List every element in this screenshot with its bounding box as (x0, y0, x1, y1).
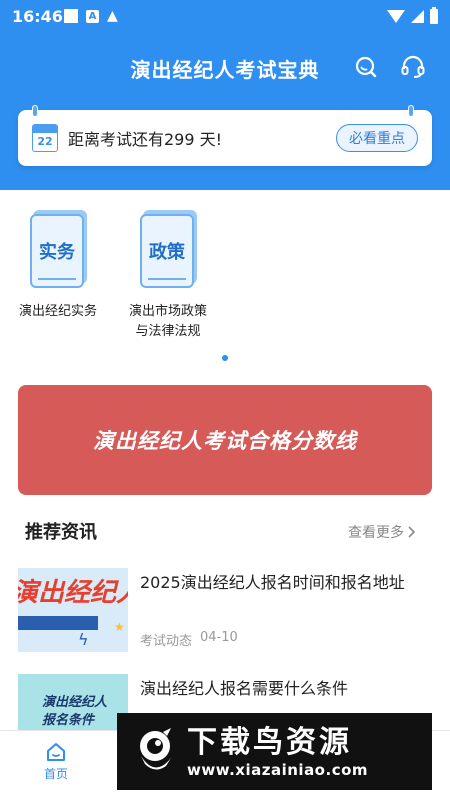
page-indicator-dot (222, 355, 228, 361)
news-thumbnail: 演出经纪人 ϟ ★ (18, 568, 128, 652)
see-more-link[interactable]: 查看更多 (348, 522, 416, 542)
bird-logo-icon (133, 726, 177, 778)
status-time: 16:46 (12, 6, 63, 26)
news-date: 04-10 (200, 630, 238, 645)
warning-icon: ▲ (107, 8, 118, 24)
card-pin-right (408, 105, 414, 117)
book-icon: 实务 (30, 210, 87, 288)
countdown-text: 距离考试还有299 天! (68, 130, 223, 149)
headset-icon[interactable] (400, 54, 426, 80)
search-icon[interactable] (353, 54, 379, 80)
notification-a-icon: A (86, 9, 99, 23)
key-points-button[interactable]: 必看重点 (336, 124, 418, 152)
nav-home[interactable]: 首页 (28, 741, 84, 782)
star-icon: ★ (114, 620, 125, 634)
category-policy-law[interactable]: 政策 演出市场政策 与法律法规 (108, 210, 228, 342)
news-category: 考试动态 (140, 634, 193, 649)
nav-home-label: 首页 (43, 767, 68, 781)
lightning-icon: ϟ (78, 630, 89, 649)
watermark-title: 下载鸟资源 (187, 724, 352, 760)
news-meta: 考试动态 04-10 (140, 630, 238, 649)
thumbnail-text: 演出经纪人 (18, 578, 128, 608)
status-bar: 16:46 A ▲ (0, 0, 450, 32)
category-label: 演出市场政策 与法律法规 (128, 304, 207, 339)
banner-text: 演出经纪人考试合格分数线 (93, 429, 357, 453)
see-more-label: 查看更多 (348, 525, 404, 541)
battery-icon (430, 6, 438, 24)
book-icon: 政策 (140, 210, 197, 288)
home-icon (47, 743, 65, 761)
wifi-icon (387, 9, 405, 23)
notification-square-icon (64, 9, 78, 23)
category-practice[interactable]: 实务 演出经纪实务 (0, 210, 118, 322)
news-title: 2025演出经纪人报名时间和报名地址 (140, 573, 405, 592)
exam-countdown-card: 22 距离考试还有299 天! 必看重点 (18, 105, 432, 166)
section-title: 推荐资讯 (25, 522, 97, 543)
watermark-overlay: 下载鸟资源 www.xiazainiao.com (117, 713, 432, 790)
chevron-right-icon (408, 526, 416, 538)
watermark-url: www.xiazainiao.com (187, 760, 369, 779)
status-system-icons (387, 6, 438, 24)
news-item[interactable]: 演出经纪人 ϟ ★ 2025演出经纪人报名时间和报名地址 考试动态 04-10 (18, 568, 432, 656)
status-notifications: A ▲ (64, 8, 118, 24)
passing-score-banner[interactable]: 演出经纪人考试合格分数线 (18, 385, 432, 495)
card-pin-left (32, 105, 38, 117)
calendar-day: 22 (37, 135, 53, 148)
thumbnail-text: 演出经纪人 报名条件 (42, 695, 108, 728)
news-title: 演出经纪人报名需要什么条件 (140, 679, 349, 698)
signal-icon (411, 9, 424, 23)
book-icon-label: 实务 (39, 242, 75, 263)
app-title: 演出经纪人考试宝典 (130, 58, 320, 82)
book-icon-label: 政策 (149, 242, 185, 263)
calendar-icon: 22 (32, 124, 58, 152)
category-label: 演出经纪实务 (18, 304, 97, 319)
